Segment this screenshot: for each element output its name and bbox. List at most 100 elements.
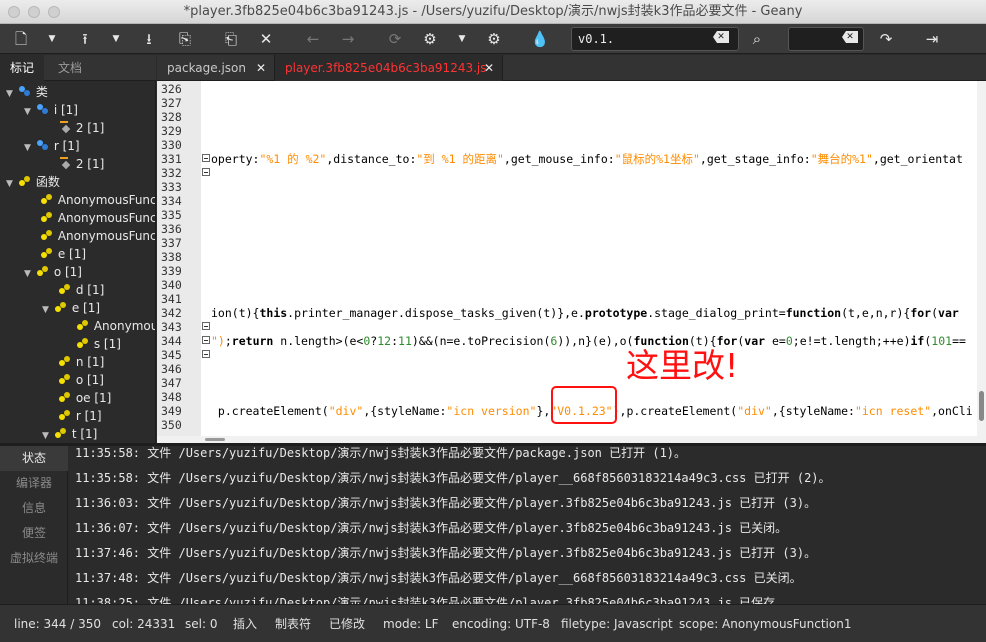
variable-icon [60,157,72,169]
vertical-scrollbar[interactable] [977,81,986,436]
tree-item[interactable]: e [1] [40,245,86,263]
scroll-thumb[interactable] [205,438,225,441]
status-insert-mode: 插入 [233,617,258,631]
tree-item[interactable]: oe [1] [58,389,111,407]
tab-package-json[interactable]: package.json ✕ [157,55,275,81]
color-chooser-icon[interactable]: 💧 [529,28,551,50]
new-file-dropdown-icon[interactable]: ▼ [46,28,58,50]
function-icon [58,355,72,367]
line-number: 348 [161,390,182,404]
tree-item[interactable]: ▼ 类 [6,83,48,101]
code-line-344: ");return n.length>(e<0?12:11)&&(n=e.toP… [211,334,966,348]
build-gear-icon[interactable]: ⚙ [419,28,441,50]
tab-terminal[interactable]: 虚拟终端 [0,546,68,571]
log-line: 11:36:03: 文件 /Users/yuzifu/Desktop/演示/nw… [75,496,817,510]
horizontal-scrollbar[interactable] [157,436,986,443]
close-file-icon[interactable]: ✕ [255,28,277,50]
line-number: 329 [161,124,182,138]
back-icon[interactable]: ← [302,28,324,50]
status-col: col: 24331 [112,617,176,631]
fold-marker-icon[interactable] [202,154,210,162]
tab-compiler[interactable]: 编译器 [0,471,68,496]
tree-item[interactable]: s [1] [76,335,121,353]
line-number: 339 [161,264,182,278]
jump-to-line-icon[interactable]: ↷ [875,28,897,50]
tab-messages[interactable]: 信息 [0,496,68,521]
fold-marker-icon[interactable] [202,322,210,330]
code-editor[interactable]: operty:"%1 的 %2",distance_to:"到 %1 的距离",… [211,81,977,436]
line-number: 337 [161,236,182,250]
tree-item[interactable]: ▼ t [1] [42,425,97,443]
line-number-gutter: 326 327 328 329 330 331 332 333 334 335 336 337 338 3… [157,81,201,436]
tree-item[interactable]: ▼ r [1] [24,137,80,155]
tree-item[interactable]: n [1] [58,353,104,371]
line-number: 331 [161,152,182,166]
tree-item[interactable]: Anonymous [76,317,155,335]
status-eol: mode: LF [383,617,439,631]
new-file-icon[interactable]: 🗋 [10,28,32,50]
class-icon [36,139,50,151]
tree-item[interactable]: ▼ i [1] [24,101,78,119]
code-line-331: operty:"%1 的 %2",distance_to:"到 %1 的距离",… [211,152,963,166]
class-icon [18,85,32,97]
search-input[interactable]: v0.1. [571,27,739,51]
log-line: 11:37:46: 文件 /Users/yuzifu/Desktop/演示/nw… [75,546,817,560]
sidebar-tabs: 标记 文档 [0,55,156,81]
tree-item[interactable]: 2 [1] [60,155,104,173]
tree-item[interactable]: o [1] [58,371,104,389]
fold-marker-icon[interactable] [202,336,210,344]
line-number: 347 [161,376,182,390]
tab-scribble[interactable]: 便签 [0,521,68,546]
function-icon [36,265,50,277]
status-sel: sel: 0 [185,617,218,631]
tree-item[interactable]: ▼ o [1] [24,263,82,281]
tree-item[interactable]: ▼ e [1] [42,299,100,317]
tree-item[interactable]: AnonymousFunction [40,227,155,245]
tab-player-js[interactable]: player.3fb825e04b6c3ba91243.js ✕ [275,55,503,81]
line-number: 335 [161,208,182,222]
code-line-342: ion(t){this.printer_manager.dispose_task… [211,306,959,320]
run-gears-icon[interactable]: ⚙ [483,28,505,50]
tree-item[interactable]: AnonymousFunction [40,209,155,227]
quit-icon[interactable]: ⇥ [921,28,943,50]
forward-icon[interactable]: → [337,28,359,50]
tree-item[interactable]: ▼ 函数 [6,173,60,191]
scroll-thumb[interactable] [979,391,984,421]
function-icon [58,409,72,421]
tree-item[interactable]: r [1] [58,407,102,425]
status-filetype: filetype: Javascript [561,617,673,631]
revert-icon[interactable]: ⎗ [220,28,242,50]
line-number: 336 [161,222,182,236]
fold-marker-icon[interactable] [202,350,210,358]
minimize-window-button[interactable] [28,6,40,18]
tree-item[interactable]: 2 [1] [60,119,104,137]
function-icon [58,391,72,403]
line-number: 328 [161,110,182,124]
search-icon[interactable]: ⌕ [746,28,768,50]
open-recent-dropdown-icon[interactable]: ▼ [110,28,122,50]
line-number: 344 [161,334,182,348]
save-icon[interactable]: ⭳ [138,28,160,50]
editor-tabs: package.json ✕ player.3fb825e04b6c3ba912… [157,55,986,81]
line-number: 349 [161,404,182,418]
close-window-button[interactable] [8,6,20,18]
open-file-icon[interactable]: ⭱ [74,28,96,50]
zoom-window-button[interactable] [48,6,60,18]
close-tab-icon[interactable]: ✕ [256,55,266,81]
tab-documents[interactable]: 文档 [48,55,92,81]
tab-symbols[interactable]: 标记 [0,55,45,81]
status-line: line: 344 / 350 [14,617,101,631]
function-icon [40,247,54,259]
function-icon [58,373,72,385]
close-tab-icon[interactable]: ✕ [484,55,494,81]
build-dropdown-icon[interactable]: ▼ [456,28,468,50]
tree-item[interactable]: d [1] [58,281,104,299]
tree-item[interactable]: AnonymousFunction [40,191,155,209]
status-indent: 制表符 [275,617,312,631]
reload-icon[interactable]: ⟳ [384,28,406,50]
line-number: 341 [161,292,182,306]
fold-marker-icon[interactable] [202,168,210,176]
save-all-icon[interactable]: ⎘ [174,28,196,50]
tab-status[interactable]: 状态 [0,446,68,471]
line-number: 334 [161,194,182,208]
